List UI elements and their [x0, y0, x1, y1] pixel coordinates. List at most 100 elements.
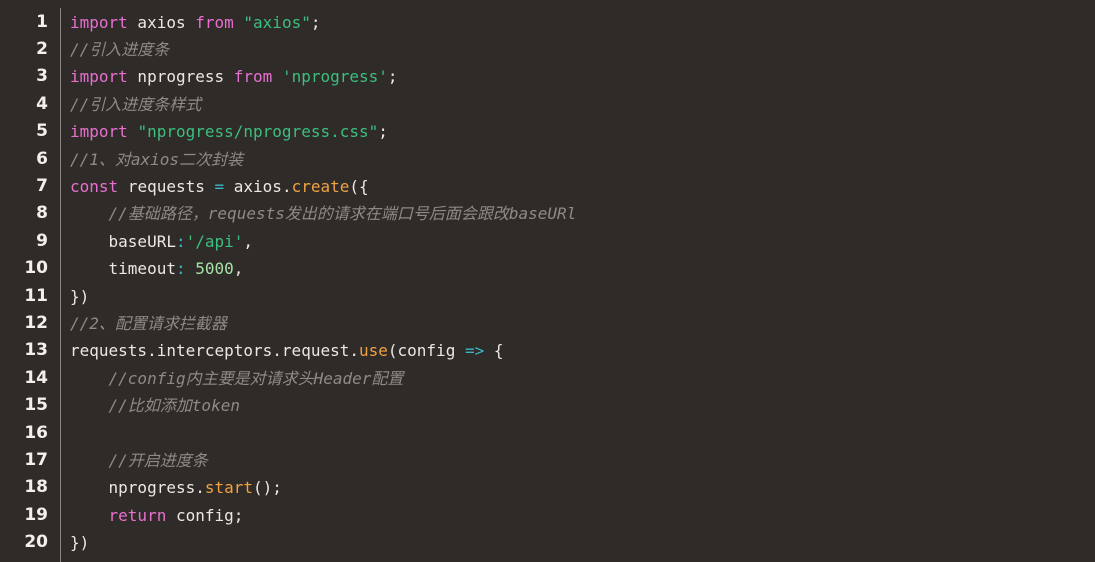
code-token: axios. [224, 176, 292, 196]
line-number: 8 [36, 203, 48, 224]
code-token: axios [127, 12, 196, 32]
line-number: 15 [24, 395, 48, 416]
code-token: from [195, 12, 234, 32]
code-token: nprogress [127, 67, 234, 87]
code-text: }) [70, 283, 89, 310]
code-line[interactable]: 4 //引入进度条样式 [0, 91, 1095, 118]
code-line[interactable]: 6 //1、对axios二次封装 [0, 146, 1095, 173]
code-token: (config [387, 341, 465, 361]
line-number: 1 [36, 11, 48, 32]
code-text: //引入进度条 [70, 36, 169, 63]
code-token: timeout [70, 259, 176, 279]
code-token: baseURL [70, 231, 176, 251]
code-token: }) [70, 286, 90, 306]
code-line[interactable]: 15 //比如添加token [0, 392, 1095, 419]
code-token: //1、对axios二次封装 [70, 149, 244, 169]
code-text: baseURL:'/api', [70, 228, 254, 255]
code-line[interactable]: 17 //开启进度条 [0, 447, 1095, 474]
code-token: from [233, 67, 273, 87]
code-token: //开启进度条 [108, 450, 208, 470]
code-line[interactable]: 18 nprogress.start(); [0, 474, 1095, 501]
code-token: '/api' [185, 231, 244, 251]
code-line[interactable]: 2 //引入进度条 [0, 36, 1095, 63]
code-line[interactable]: 13 requests.interceptors.request.use(conf… [0, 337, 1095, 364]
line-number: 6 [36, 148, 48, 169]
code-token: "axios" [243, 12, 311, 32]
code-token: //基础路径，requests发出的请求在端口号后面会跟改baseURl [108, 204, 577, 224]
code-token: requests.interceptors.request. [70, 341, 359, 361]
code-text: return config; [70, 502, 244, 529]
code-token: config; [166, 505, 244, 525]
code-text: //比如添加token [70, 392, 240, 419]
code-token: return [108, 505, 167, 525]
code-token: use [358, 341, 388, 361]
code-token: : [175, 259, 186, 279]
code-text: //config内主要是对请求头Header配置 [70, 365, 404, 392]
code-line[interactable]: 9 baseURL:'/api', [0, 228, 1095, 255]
code-token: 'nprogress' [281, 67, 388, 87]
code-text: import "nprogress/nprogress.css"; [70, 118, 388, 145]
code-token: { [484, 341, 504, 361]
code-token: create [291, 176, 350, 196]
code-token: //config内主要是对请求头Header配置 [108, 368, 404, 388]
code-text: //开启进度条 [70, 447, 208, 474]
code-line[interactable]: 8 //基础路径，requests发出的请求在端口号后面会跟改baseURl [0, 200, 1095, 227]
code-token: start [204, 478, 254, 498]
code-text: import nprogress from 'nprogress'; [70, 63, 398, 90]
code-token: import [70, 67, 128, 87]
line-number: 14 [24, 367, 48, 388]
code-text: //引入进度条样式 [70, 91, 201, 118]
code-text: //2、配置请求拦截器 [70, 310, 227, 337]
code-text: requests.interceptors.request.use(config… [70, 337, 503, 364]
code-token: const [70, 176, 119, 196]
code-token: ; [387, 67, 398, 87]
code-line[interactable]: 11}) [0, 283, 1095, 310]
line-number: 13 [24, 340, 48, 361]
code-token: //引入进度条 [70, 39, 170, 59]
code-token: ; [310, 12, 321, 32]
code-token: //2、配置请求拦截器 [70, 313, 227, 333]
code-line[interactable]: 20}) [0, 529, 1095, 556]
line-number: 9 [36, 230, 48, 251]
code-token: }) [70, 533, 90, 553]
code-line[interactable]: 3 import nprogress from 'nprogress'; [0, 63, 1095, 90]
line-number: 17 [24, 449, 48, 470]
code-token: : [175, 231, 186, 251]
code-token: = [214, 176, 225, 196]
code-line[interactable]: 16 [0, 420, 1095, 447]
code-token: import [70, 12, 128, 32]
code-token: ; [378, 122, 388, 142]
code-editor[interactable]: 1 import axios from "axios"; 2 //引入进度条 3 impo… [0, 0, 1095, 562]
code-token: => [464, 341, 485, 361]
code-line[interactable]: 7 const requests = axios.create({ [0, 173, 1095, 200]
code-text: timeout: 5000, [70, 255, 244, 282]
line-number: 10 [24, 258, 48, 279]
code-line[interactable]: 12 //2、配置请求拦截器 [0, 310, 1095, 337]
code-token: ({ [349, 176, 369, 196]
code-token: nprogress. [70, 478, 205, 498]
code-line[interactable]: 10 timeout: 5000, [0, 255, 1095, 282]
code-token: //比如添加token [108, 396, 240, 416]
line-number: 20 [24, 532, 48, 553]
code-line[interactable]: 5 import "nprogress/nprogress.css"; [0, 118, 1095, 145]
code-text: }) [70, 529, 89, 556]
line-number: 2 [36, 38, 48, 59]
code-line[interactable]: 19 return config; [0, 502, 1095, 529]
line-number: 4 [36, 93, 48, 114]
code-line[interactable]: 14 //config内主要是对请求头Header配置 [0, 365, 1095, 392]
line-number: 3 [36, 66, 48, 87]
code-token: "nprogress/nprogress.css" [137, 122, 379, 142]
line-number: 12 [24, 312, 48, 333]
code-token: , [233, 259, 244, 279]
code-line[interactable]: 1 import axios from "axios"; [0, 9, 1095, 36]
code-token: , [243, 231, 254, 251]
line-number: 16 [24, 422, 48, 443]
